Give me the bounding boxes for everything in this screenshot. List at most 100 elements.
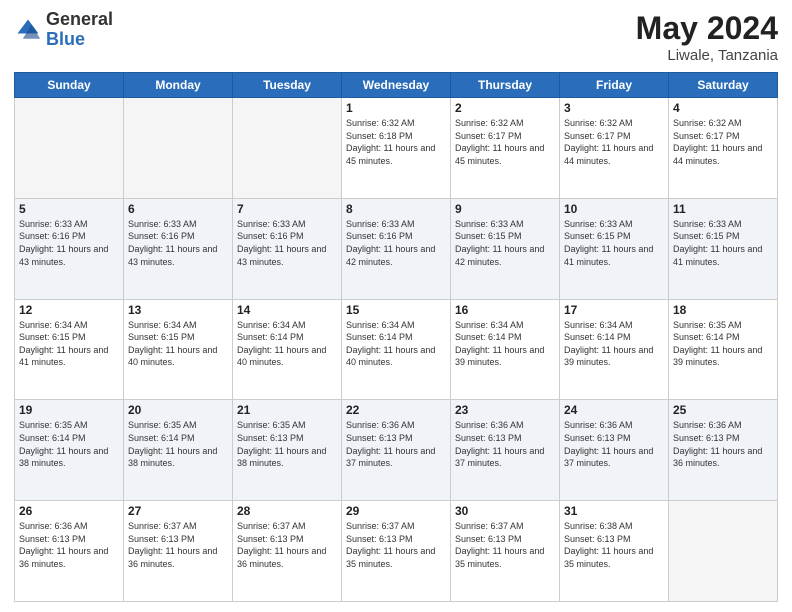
day-info: Sunrise: 6:36 AM Sunset: 6:13 PM Dayligh… <box>346 419 446 469</box>
day-number: 19 <box>19 403 119 417</box>
col-thursday: Thursday <box>451 73 560 98</box>
day-number: 10 <box>564 202 664 216</box>
calendar-table: Sunday Monday Tuesday Wednesday Thursday… <box>14 72 778 602</box>
day-info: Sunrise: 6:32 AM Sunset: 6:18 PM Dayligh… <box>346 117 446 167</box>
table-row: 1 Sunrise: 6:32 AM Sunset: 6:18 PM Daylig… <box>342 98 451 199</box>
page: General Blue May 2024 Liwale, Tanzania S… <box>0 0 792 612</box>
table-row <box>124 98 233 199</box>
title-location: Liwale, Tanzania <box>636 47 778 64</box>
day-number: 1 <box>346 101 446 115</box>
day-info: Sunrise: 6:33 AM Sunset: 6:16 PM Dayligh… <box>237 218 337 268</box>
day-info: Sunrise: 6:37 AM Sunset: 6:13 PM Dayligh… <box>128 520 228 570</box>
day-number: 2 <box>455 101 555 115</box>
day-info: Sunrise: 6:37 AM Sunset: 6:13 PM Dayligh… <box>346 520 446 570</box>
table-row: 31Sunrise: 6:38 AM Sunset: 6:13 PM Dayli… <box>560 501 669 602</box>
col-tuesday: Tuesday <box>233 73 342 98</box>
table-row <box>669 501 778 602</box>
logo-general-text: General <box>46 10 113 30</box>
day-number: 25 <box>673 403 773 417</box>
day-number: 24 <box>564 403 664 417</box>
title-month: May 2024 <box>636 10 778 47</box>
table-row <box>233 98 342 199</box>
day-number: 22 <box>346 403 446 417</box>
table-row: 3 Sunrise: 6:32 AM Sunset: 6:17 PM Daylig… <box>560 98 669 199</box>
table-row: 16 Sunrise: 6:34 AM Sunset: 6:14 PM Dayli… <box>451 299 560 400</box>
table-row: 23 Sunrise: 6:36 AM Sunset: 6:13 PM Dayli… <box>451 400 560 501</box>
table-row: 24 Sunrise: 6:36 AM Sunset: 6:13 PM Dayli… <box>560 400 669 501</box>
day-number: 16 <box>455 303 555 317</box>
day-info: Sunrise: 6:32 AM Sunset: 6:17 PM Dayligh… <box>564 117 664 167</box>
day-info: Sunrise: 6:36 AM Sunset: 6:13 PM Dayligh… <box>455 419 555 469</box>
table-row: 20 Sunrise: 6:35 AM Sunset: 6:14 PM Dayli… <box>124 400 233 501</box>
day-number: 17 <box>564 303 664 317</box>
table-row: 6 Sunrise: 6:33 AM Sunset: 6:16 PM Daylig… <box>124 198 233 299</box>
day-number: 9 <box>455 202 555 216</box>
table-row <box>15 98 124 199</box>
day-number: 14 <box>237 303 337 317</box>
day-info: Sunrise: 6:35 AM Sunset: 6:14 PM Dayligh… <box>673 319 773 369</box>
table-row: 17 Sunrise: 6:34 AM Sunset: 6:14 PM Dayli… <box>560 299 669 400</box>
day-info: Sunrise: 6:33 AM Sunset: 6:16 PM Dayligh… <box>346 218 446 268</box>
day-info: Sunrise: 6:38 AM Sunset: 6:13 PM Dayligh… <box>564 520 664 570</box>
calendar-week-row: 12 Sunrise: 6:34 AM Sunset: 6:15 PM Dayli… <box>15 299 778 400</box>
day-number: 21 <box>237 403 337 417</box>
day-info: Sunrise: 6:35 AM Sunset: 6:13 PM Dayligh… <box>237 419 337 469</box>
day-info: Sunrise: 6:32 AM Sunset: 6:17 PM Dayligh… <box>673 117 773 167</box>
col-saturday: Saturday <box>669 73 778 98</box>
table-row: 11Sunrise: 6:33 AM Sunset: 6:15 PM Dayli… <box>669 198 778 299</box>
table-row: 5Sunrise: 6:33 AM Sunset: 6:16 PM Daylig… <box>15 198 124 299</box>
day-info: Sunrise: 6:36 AM Sunset: 6:13 PM Dayligh… <box>19 520 119 570</box>
col-wednesday: Wednesday <box>342 73 451 98</box>
day-number: 5 <box>19 202 119 216</box>
title-block: May 2024 Liwale, Tanzania <box>636 10 778 64</box>
calendar-week-row: 1 Sunrise: 6:32 AM Sunset: 6:18 PM Daylig… <box>15 98 778 199</box>
table-row: 8Sunrise: 6:33 AM Sunset: 6:16 PM Daylig… <box>342 198 451 299</box>
day-info: Sunrise: 6:35 AM Sunset: 6:14 PM Dayligh… <box>19 419 119 469</box>
day-info: Sunrise: 6:34 AM Sunset: 6:15 PM Dayligh… <box>128 319 228 369</box>
table-row: 14 Sunrise: 6:34 AM Sunset: 6:14 PM Dayli… <box>233 299 342 400</box>
day-number: 20 <box>128 403 228 417</box>
day-info: Sunrise: 6:33 AM Sunset: 6:16 PM Dayligh… <box>128 218 228 268</box>
day-info: Sunrise: 6:37 AM Sunset: 6:13 PM Dayligh… <box>455 520 555 570</box>
day-number: 4 <box>673 101 773 115</box>
table-row: 7 Sunrise: 6:33 AM Sunset: 6:16 PM Daylig… <box>233 198 342 299</box>
table-row: 4 Sunrise: 6:32 AM Sunset: 6:17 PM Daylig… <box>669 98 778 199</box>
col-monday: Monday <box>124 73 233 98</box>
calendar-week-row: 5 Sunrise: 6:33 AM Sunset: 6:16 PM Daylig… <box>15 198 778 299</box>
day-number: 27 <box>128 504 228 518</box>
day-info: Sunrise: 6:32 AM Sunset: 6:17 PM Dayligh… <box>455 117 555 167</box>
calendar-week-row: 26Sunrise: 6:36 AM Sunset: 6:13 PM Dayli… <box>15 501 778 602</box>
table-row: 26Sunrise: 6:36 AM Sunset: 6:13 PM Dayli… <box>15 501 124 602</box>
day-info: Sunrise: 6:34 AM Sunset: 6:15 PM Dayligh… <box>19 319 119 369</box>
table-row: 22 Sunrise: 6:36 AM Sunset: 6:13 PM Dayli… <box>342 400 451 501</box>
day-info: Sunrise: 6:36 AM Sunset: 6:13 PM Dayligh… <box>673 419 773 469</box>
day-info: Sunrise: 6:34 AM Sunset: 6:14 PM Dayligh… <box>564 319 664 369</box>
table-row: 2 Sunrise: 6:32 AM Sunset: 6:17 PM Daylig… <box>451 98 560 199</box>
day-number: 23 <box>455 403 555 417</box>
day-info: Sunrise: 6:33 AM Sunset: 6:15 PM Dayligh… <box>673 218 773 268</box>
logo: General Blue <box>14 10 113 50</box>
table-row: 18Sunrise: 6:35 AM Sunset: 6:14 PM Dayli… <box>669 299 778 400</box>
day-number: 6 <box>128 202 228 216</box>
logo-icon <box>14 16 42 44</box>
day-info: Sunrise: 6:36 AM Sunset: 6:13 PM Dayligh… <box>564 419 664 469</box>
table-row: 28Sunrise: 6:37 AM Sunset: 6:13 PM Dayli… <box>233 501 342 602</box>
logo-text: General Blue <box>46 10 113 50</box>
day-info: Sunrise: 6:34 AM Sunset: 6:14 PM Dayligh… <box>237 319 337 369</box>
day-info: Sunrise: 6:34 AM Sunset: 6:14 PM Dayligh… <box>346 319 446 369</box>
table-row: 19 Sunrise: 6:35 AM Sunset: 6:14 PM Dayli… <box>15 400 124 501</box>
table-row: 21 Sunrise: 6:35 AM Sunset: 6:13 PM Dayli… <box>233 400 342 501</box>
day-number: 12 <box>19 303 119 317</box>
day-number: 3 <box>564 101 664 115</box>
day-number: 28 <box>237 504 337 518</box>
table-row: 27 Sunrise: 6:37 AM Sunset: 6:13 PM Dayli… <box>124 501 233 602</box>
day-number: 29 <box>346 504 446 518</box>
day-number: 7 <box>237 202 337 216</box>
day-info: Sunrise: 6:35 AM Sunset: 6:14 PM Dayligh… <box>128 419 228 469</box>
day-info: Sunrise: 6:34 AM Sunset: 6:14 PM Dayligh… <box>455 319 555 369</box>
table-row: 25 Sunrise: 6:36 AM Sunset: 6:13 PM Dayli… <box>669 400 778 501</box>
day-number: 13 <box>128 303 228 317</box>
day-info: Sunrise: 6:33 AM Sunset: 6:15 PM Dayligh… <box>564 218 664 268</box>
header: General Blue May 2024 Liwale, Tanzania <box>14 10 778 64</box>
table-row: 29 Sunrise: 6:37 AM Sunset: 6:13 PM Dayli… <box>342 501 451 602</box>
